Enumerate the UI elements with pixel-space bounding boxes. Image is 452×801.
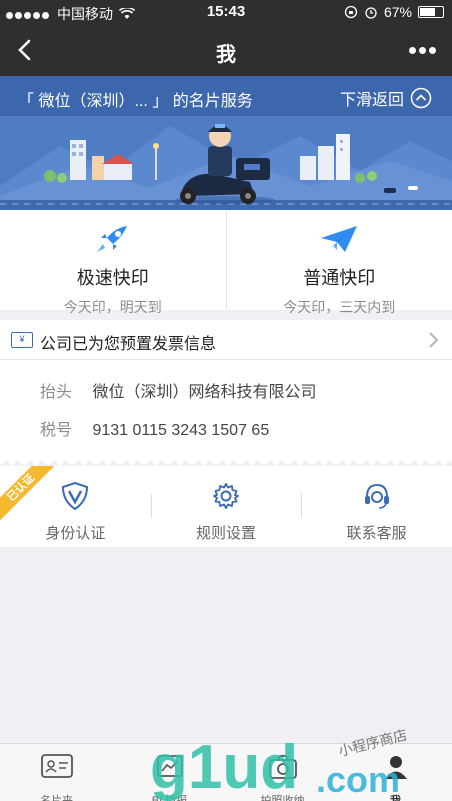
service-label: 的名片服务 xyxy=(172,93,253,110)
profile-icon xyxy=(384,756,407,779)
rocket-icon xyxy=(96,226,127,252)
express-print-option[interactable]: 极速快印 今天印，明天到 xyxy=(0,210,226,315)
chevron-right-icon xyxy=(429,332,439,348)
page-title: 我 xyxy=(216,44,236,66)
customer-service-label: 联系客服 xyxy=(346,525,407,542)
verified-shield-icon xyxy=(62,481,89,511)
standard-print-title: 普通快印 xyxy=(303,268,376,288)
bi-report-icon xyxy=(156,755,183,777)
standard-print-desc: 今天印，三天内到 xyxy=(283,299,396,315)
invoice-info-card: ¥ 公司已为您预置发票信息 抬头 微位（深圳）网络科技有限公司 税号 9131 … xyxy=(0,320,452,466)
gear-icon xyxy=(213,483,239,509)
swipe-back-button[interactable]: 下滑返回 xyxy=(340,86,432,110)
card-holder-icon xyxy=(40,754,73,778)
ticket-edge-divider xyxy=(0,458,452,466)
tab-profile-label: 我 xyxy=(390,795,401,801)
alarm-icon xyxy=(365,7,377,19)
paper-plane-icon xyxy=(321,226,358,252)
standard-print-option[interactable]: 普通快印 今天印，三天内到 xyxy=(225,210,452,315)
invoice-ticket-icon: ¥ xyxy=(11,332,33,348)
status-bar: 中国移动 15:43 67% xyxy=(0,0,452,24)
tax-number-label: 税号 xyxy=(40,422,73,439)
more-options-icon[interactable] xyxy=(409,47,436,54)
tab-photo-storage[interactable]: 拍照收纳 xyxy=(226,744,339,801)
tax-number-value: 9131 0115 3243 1507 65 xyxy=(92,422,270,439)
battery-icon xyxy=(418,6,444,18)
tab-bi-report-label: BI 情报 xyxy=(151,795,188,801)
tab-profile[interactable]: 我 xyxy=(339,744,452,801)
invoice-header[interactable]: ¥ 公司已为您预置发票信息 xyxy=(0,320,452,360)
rule-settings-label: 规则设置 xyxy=(196,525,257,542)
swipe-back-label: 下滑返回 xyxy=(339,92,404,109)
identity-verification-label: 身份认证 xyxy=(45,525,106,542)
headset-icon xyxy=(364,483,389,509)
rotation-lock-icon xyxy=(344,5,358,19)
banner-header: 「 微位（深圳）... 」 的名片服务 下滑返回 xyxy=(0,76,452,116)
print-options: 极速快印 今天印，明天到 普通快印 今天印，三天内到 xyxy=(0,210,452,315)
tab-photo-storage-label: 拍照收纳 xyxy=(260,795,305,801)
express-print-title: 极速快印 xyxy=(76,268,149,288)
chevron-up-icon xyxy=(410,87,432,109)
delivery-illustration xyxy=(0,124,452,210)
company-name: 「 微位（深圳）... 」 xyxy=(18,93,169,110)
express-print-desc: 今天印，明天到 xyxy=(63,299,162,315)
camera-icon xyxy=(268,755,297,779)
customer-service-button[interactable]: 联系客服 xyxy=(301,466,452,547)
navigation-bar: 我 xyxy=(0,24,452,76)
tab-bi-report[interactable]: BI 情报 xyxy=(113,744,226,801)
business-card-service-banner[interactable]: 「 微位（深圳）... 」 的名片服务 下滑返回 xyxy=(0,76,452,210)
invoice-title-value: 微位（深圳）网络科技有限公司 xyxy=(92,384,317,401)
invoice-heading: 公司已为您预置发票信息 xyxy=(40,336,217,353)
account-actions: 已认证 身份认证 规则设置 联系客服 xyxy=(0,466,452,547)
tab-card-holder[interactable]: 名片夹 xyxy=(0,744,113,801)
invoice-title-row: 抬头 微位（深圳）网络科技有限公司 xyxy=(40,378,316,402)
rule-settings-button[interactable]: 规则设置 xyxy=(150,466,302,547)
bottom-tab-bar: 名片夹 BI 情报 拍照收纳 我 xyxy=(0,743,452,801)
invoice-tax-row: 税号 9131 0115 3243 1507 65 xyxy=(40,416,269,440)
battery-percent: 67% xyxy=(383,4,412,20)
tab-card-holder-label: 名片夹 xyxy=(40,795,73,801)
invoice-title-label: 抬头 xyxy=(40,384,73,401)
identity-verification-button[interactable]: 身份认证 xyxy=(0,466,151,547)
